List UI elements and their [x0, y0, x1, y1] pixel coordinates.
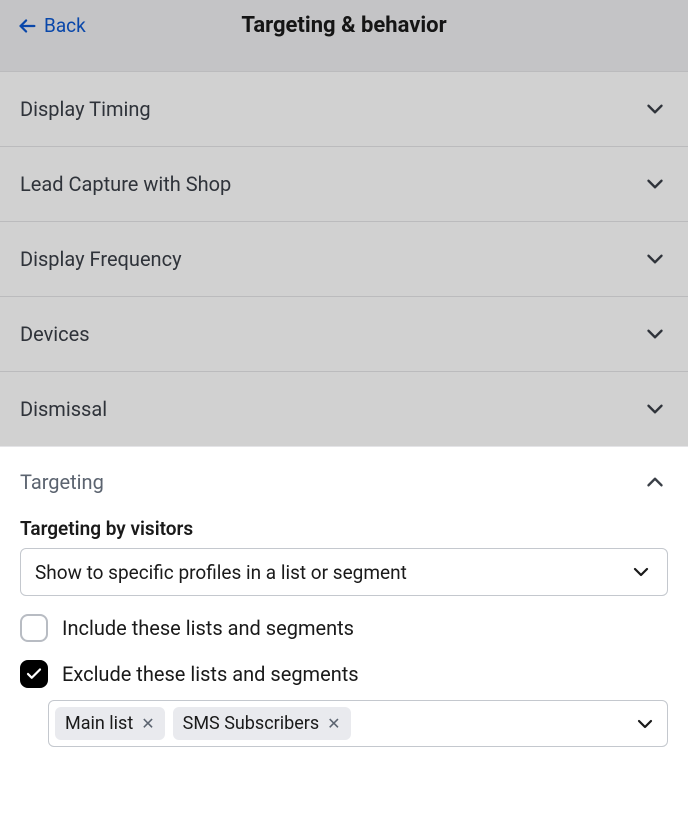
- page-title: Targeting & behavior: [0, 13, 688, 38]
- select-value: Show to specific profiles in a list or s…: [35, 561, 407, 584]
- section-dismissal[interactable]: Dismissal: [0, 371, 688, 446]
- exclude-checkbox[interactable]: [20, 660, 48, 688]
- section-targeting-header[interactable]: Targeting: [0, 447, 688, 511]
- tag-label: Main list: [65, 713, 133, 734]
- check-icon: [25, 665, 43, 683]
- section-display-frequency[interactable]: Display Frequency: [0, 221, 688, 296]
- chevron-down-icon: [642, 396, 668, 422]
- targeting-visitors-label: Targeting by visitors: [20, 517, 668, 540]
- section-label: Display Timing: [20, 97, 151, 121]
- targeting-visitors-field: Targeting by visitors Show to specific p…: [0, 511, 688, 596]
- exclude-tags-select[interactable]: Main list ✕ SMS Subscribers ✕: [48, 700, 668, 747]
- chevron-down-icon: [633, 712, 657, 736]
- include-checkbox[interactable]: [20, 614, 48, 642]
- tag-sms-subscribers: SMS Subscribers ✕: [173, 707, 351, 740]
- close-icon[interactable]: ✕: [141, 716, 154, 732]
- back-button[interactable]: Back: [16, 14, 86, 37]
- section-lead-capture[interactable]: Lead Capture with Shop: [0, 146, 688, 221]
- chevron-down-icon: [642, 321, 668, 347]
- chevron-down-icon: [642, 171, 668, 197]
- close-icon[interactable]: ✕: [327, 716, 340, 732]
- page-header: Back Targeting & behavior: [0, 0, 688, 71]
- tag-list: Main list ✕ SMS Subscribers ✕: [55, 707, 351, 740]
- section-label: Dismissal: [20, 397, 107, 421]
- chevron-down-icon: [642, 246, 668, 272]
- section-label: Devices: [20, 322, 90, 346]
- chevron-down-icon: [629, 560, 653, 584]
- arrow-left-icon: [16, 15, 38, 37]
- chevron-down-icon: [642, 96, 668, 122]
- section-label: Targeting: [20, 470, 104, 494]
- tag-main-list: Main list ✕: [55, 707, 165, 740]
- section-list: Display Timing Lead Capture with Shop Di…: [0, 71, 688, 446]
- include-label: Include these lists and segments: [62, 616, 354, 640]
- exclude-label: Exclude these lists and segments: [62, 662, 359, 686]
- back-label: Back: [44, 14, 86, 37]
- include-lists-option: Include these lists and segments: [0, 596, 688, 642]
- section-label: Display Frequency: [20, 247, 182, 271]
- section-targeting-expanded: Targeting Targeting by visitors Show to …: [0, 446, 688, 747]
- section-display-timing[interactable]: Display Timing: [0, 71, 688, 146]
- exclude-lists-option: Exclude these lists and segments: [0, 642, 688, 688]
- tag-label: SMS Subscribers: [183, 713, 320, 734]
- section-devices[interactable]: Devices: [0, 296, 688, 371]
- section-label: Lead Capture with Shop: [20, 172, 231, 196]
- targeting-visitors-select[interactable]: Show to specific profiles in a list or s…: [20, 548, 668, 596]
- chevron-up-icon: [642, 469, 668, 495]
